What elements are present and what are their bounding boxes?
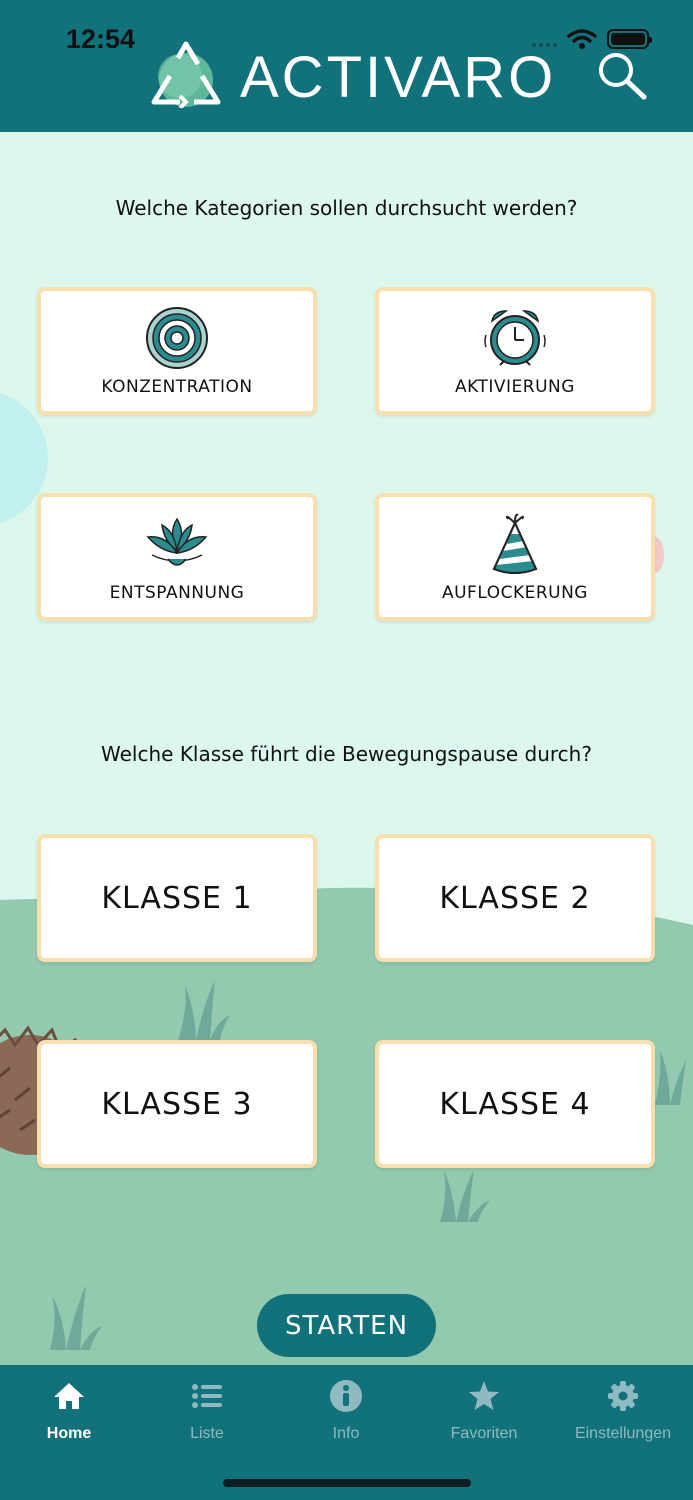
category-card-entspannung[interactable]: ENTSPANNUNG bbox=[37, 493, 317, 621]
tab-label: Favoriten bbox=[450, 1425, 518, 1442]
category-label: AUFLOCKERUNG bbox=[441, 583, 588, 603]
class-label: KLASSE 2 bbox=[439, 880, 591, 916]
class-label: KLASSE 1 bbox=[101, 880, 253, 916]
app-header: 12:54 ACTIVARO bbox=[0, 0, 693, 132]
battery-icon bbox=[607, 29, 652, 49]
gear-icon bbox=[608, 1381, 638, 1411]
activaro-logo-icon bbox=[151, 41, 221, 108]
class-card-3[interactable]: KLASSE 3 bbox=[37, 1040, 317, 1168]
tab-label: Info bbox=[332, 1425, 360, 1442]
start-button[interactable]: STARTEN bbox=[257, 1294, 436, 1357]
info-icon bbox=[330, 1380, 362, 1412]
tab-einstellungen[interactable]: Einstellungen bbox=[554, 1379, 692, 1449]
target-icon bbox=[146, 307, 208, 369]
category-label: ENTSPANNUNG bbox=[109, 583, 245, 603]
tab-info[interactable]: Info bbox=[277, 1379, 415, 1449]
category-card-konzentration[interactable]: KONZENTRATION bbox=[37, 287, 317, 415]
alarm-clock-icon bbox=[484, 310, 546, 366]
tab-label: Einstellungen bbox=[574, 1425, 672, 1442]
status-time: 12:54 bbox=[66, 24, 136, 54]
app-logo-text: ACTIVARO bbox=[240, 45, 557, 110]
home-indicator bbox=[223, 1479, 471, 1487]
class-label: KLASSE 3 bbox=[101, 1086, 253, 1122]
category-question: Welche Kategorien sollen durchsucht werd… bbox=[115, 196, 578, 220]
lotus-icon bbox=[146, 517, 208, 566]
search-icon[interactable] bbox=[596, 50, 650, 102]
list-icon bbox=[192, 1384, 222, 1408]
party-hat-icon bbox=[492, 513, 538, 574]
class-label: KLASSE 4 bbox=[439, 1086, 591, 1122]
category-label: KONZENTRATION bbox=[101, 377, 253, 397]
category-card-auflockerung[interactable]: AUFLOCKERUNG bbox=[375, 493, 655, 621]
tab-home[interactable]: Home bbox=[0, 1379, 138, 1449]
star-icon bbox=[469, 1381, 499, 1410]
wifi-icon bbox=[567, 29, 597, 49]
tab-liste[interactable]: Liste bbox=[138, 1379, 276, 1449]
category-label: AKTIVIERUNG bbox=[455, 377, 575, 397]
home-icon bbox=[54, 1383, 84, 1409]
class-card-1[interactable]: KLASSE 1 bbox=[37, 834, 317, 962]
class-card-2[interactable]: KLASSE 2 bbox=[375, 834, 655, 962]
tab-favoriten[interactable]: Favoriten bbox=[415, 1379, 553, 1449]
tab-label: Liste bbox=[190, 1425, 224, 1442]
tab-label: Home bbox=[46, 1425, 92, 1442]
category-card-aktivierung[interactable]: AKTIVIERUNG bbox=[375, 287, 655, 415]
class-question: Welche Klasse führt die Bewegungspause d… bbox=[101, 742, 592, 766]
class-card-4[interactable]: KLASSE 4 bbox=[375, 1040, 655, 1168]
